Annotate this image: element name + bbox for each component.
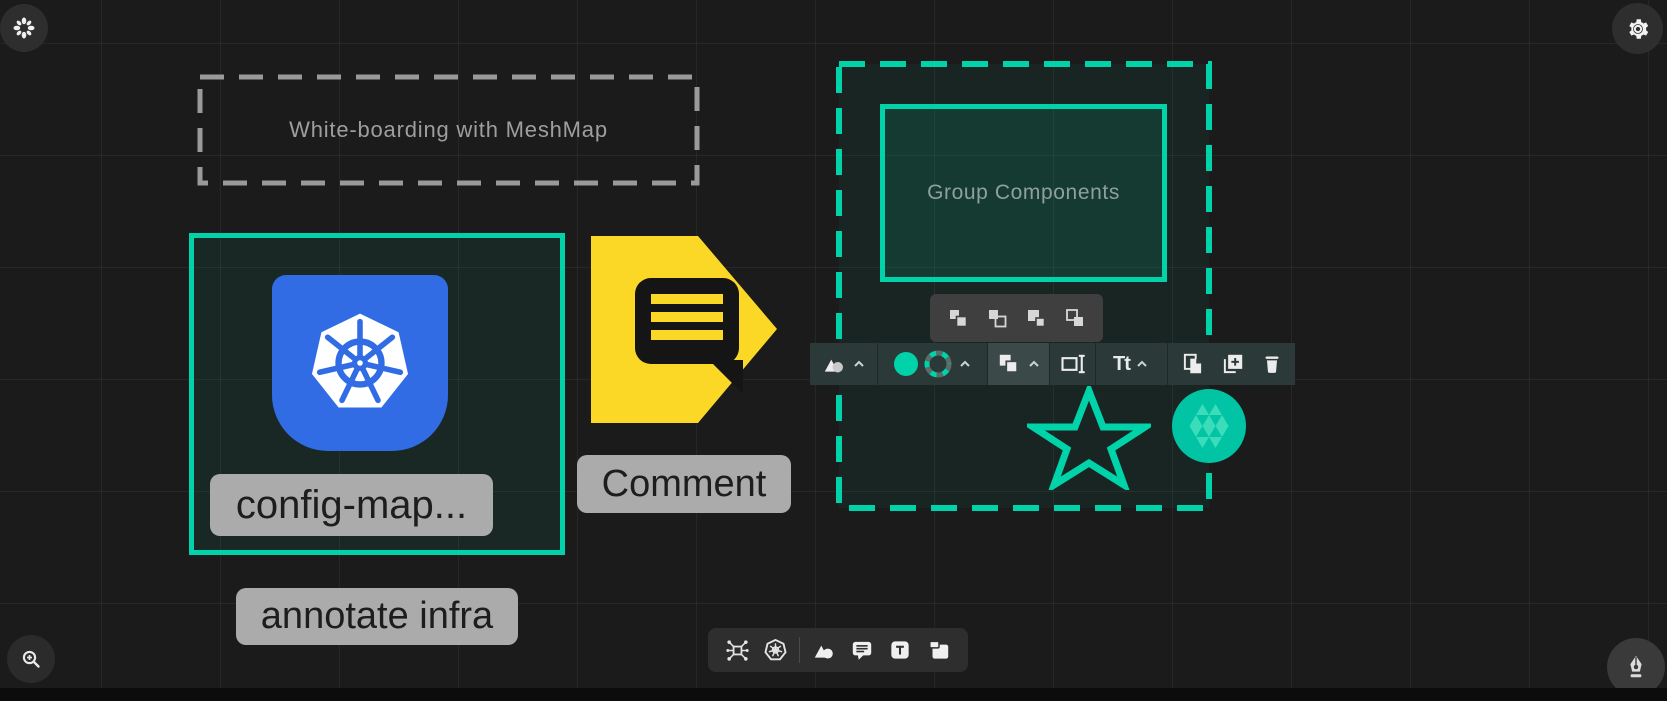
shapes-dropdown-button[interactable] (821, 351, 847, 377)
send-to-back-icon (1063, 306, 1087, 330)
kubernetes-icon (762, 637, 789, 664)
shapes-section (810, 343, 878, 385)
text-style-label: Tt (1113, 353, 1130, 376)
delete-button[interactable] (1260, 352, 1284, 376)
note-dock-button[interactable] (924, 635, 954, 665)
chevron-up-icon[interactable] (1026, 356, 1042, 372)
chevron-up-icon[interactable] (851, 356, 867, 372)
send-backward-icon (1024, 306, 1048, 330)
footer-strip (0, 688, 1667, 701)
shapes-icon (821, 351, 847, 377)
send-to-back-button[interactable] (1060, 303, 1090, 333)
annotation-label[interactable]: annotate infra (236, 588, 518, 645)
duplicate-add-button[interactable] (1220, 351, 1246, 377)
shapes-icon (811, 637, 837, 663)
dock-divider (799, 637, 800, 663)
border-style-button[interactable] (923, 349, 953, 379)
component-name-text: config-map... (236, 483, 467, 528)
note-text: White-boarding with MeshMap (197, 74, 700, 186)
star-shape[interactable] (1027, 386, 1151, 490)
bring-forward-button[interactable] (943, 303, 973, 333)
meshery-menu-button[interactable] (0, 4, 48, 52)
comment-label-text: Comment (602, 463, 767, 506)
copy-button[interactable] (1180, 351, 1206, 377)
bring-to-front-icon (985, 306, 1009, 330)
context-toolbar: Tt (810, 343, 1295, 385)
mesh-sync-icon (724, 637, 751, 664)
bottom-dock (708, 628, 968, 672)
text-style-button[interactable]: Tt (1113, 353, 1130, 376)
group-components-text: Group Components (927, 181, 1120, 205)
layers-icon (996, 351, 1022, 377)
resize-section (1050, 343, 1096, 385)
kubernetes-dock-button[interactable] (761, 635, 791, 665)
layers-section (988, 343, 1050, 385)
text-icon (887, 637, 913, 663)
mesh-sync-button[interactable] (722, 635, 752, 665)
bring-forward-icon (946, 306, 970, 330)
meshery-logo-icon (11, 15, 37, 41)
copy-icon (1180, 351, 1206, 377)
chevron-up-icon[interactable] (1134, 356, 1150, 372)
zoom-in-icon (19, 647, 43, 671)
border-style-icon (923, 349, 953, 379)
send-backward-button[interactable] (1021, 303, 1051, 333)
duplicate-add-icon (1220, 351, 1246, 377)
gear-icon (1625, 16, 1651, 42)
layer5-pattern-circle[interactable] (1172, 389, 1246, 463)
pen-nib-icon (1622, 653, 1650, 681)
fill-color-button[interactable] (893, 351, 919, 377)
comment-shape[interactable] (591, 236, 777, 423)
comment-icon (849, 637, 875, 663)
zoom-button[interactable] (7, 635, 55, 683)
style-section (878, 343, 988, 385)
bring-to-front-button[interactable] (982, 303, 1012, 333)
chevron-up-icon[interactable] (957, 356, 973, 372)
annotation-text: annotate infra (261, 595, 493, 638)
comment-label[interactable]: Comment (577, 455, 791, 513)
fill-color-swatch (893, 351, 919, 377)
text-style-section: Tt (1096, 343, 1168, 385)
layer-order-popup (930, 294, 1103, 342)
layers-button[interactable] (996, 351, 1022, 377)
resize-handle-icon (1059, 350, 1087, 378)
kubernetes-node[interactable] (272, 275, 448, 451)
note-icon (926, 637, 952, 663)
sticky-note-whiteboarding[interactable]: White-boarding with MeshMap (197, 74, 700, 186)
group-components-box[interactable]: Group Components (880, 104, 1167, 282)
resize-handle-button[interactable] (1059, 350, 1087, 378)
comment-dock-button[interactable] (847, 635, 877, 665)
whiteboard-canvas[interactable]: White-boarding with MeshMap (0, 0, 1667, 701)
shapes-dock-button[interactable] (809, 635, 839, 665)
settings-button[interactable] (1612, 3, 1663, 54)
component-name-label[interactable]: config-map... (210, 474, 493, 536)
actions-section (1168, 343, 1295, 385)
trash-icon (1260, 352, 1284, 376)
text-dock-button[interactable] (885, 635, 915, 665)
kubernetes-icon (290, 294, 430, 432)
